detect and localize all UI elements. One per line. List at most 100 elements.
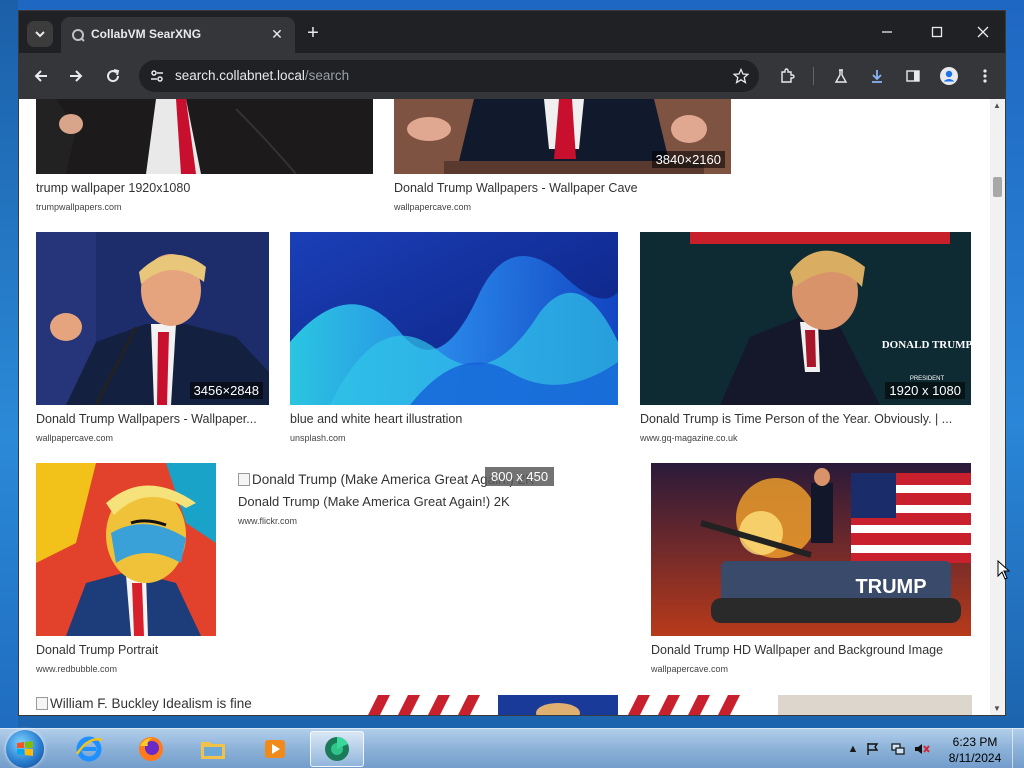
result-image[interactable] [36,463,216,636]
time-cover-name: DONALD TRUMP [882,339,971,351]
toolbar-separator [813,67,814,85]
image-resolution-label: 3456×2848 [189,382,263,399]
profile-avatar-icon[interactable] [937,64,961,88]
result-image[interactable]: 3456×2848 [36,232,269,405]
result-title[interactable]: trump wallpaper 1920x1080 [36,181,373,195]
arrow-left-icon [34,70,47,82]
taskbar-firefox[interactable] [124,731,178,767]
labs-flask-icon[interactable] [829,64,853,88]
windows-logo-icon [17,741,33,756]
taskbar-internet-explorer[interactable] [62,731,116,767]
result-card[interactable]: DONALD TRUMP PRESIDENT 1920 x 1080 Donal… [640,232,971,447]
title-bar: CollabVM SearXNG ✕ + [19,11,1005,53]
network-icon[interactable] [890,741,906,757]
broken-image-alt-text: William F. Buckley Idealism is fine [50,696,252,711]
result-image[interactable]: DONALD TRUMP PRESIDENT 1920 x 1080 [640,232,971,405]
result-card[interactable]: 3456×2848 Donald Trump Wallpapers - Wall… [36,232,269,447]
result-title[interactable]: Donald Trump Portrait [36,643,216,657]
result-image[interactable] [290,232,618,405]
mouse-cursor-icon [997,560,1011,580]
close-icon [977,26,989,38]
result-card[interactable]: 3840×2160 Donald Trump Wallpapers - Wall… [394,99,731,219]
tab-close-icon[interactable]: ✕ [267,24,287,44]
result-card[interactable]: William F. Buckley Idealism is fine [36,695,336,715]
menu-kebab-icon[interactable] [973,64,997,88]
extensions-icon[interactable] [775,64,799,88]
scroll-up-icon[interactable]: ▲ [993,101,1002,110]
result-card[interactable]: trump wallpaper 1920x1080 trumpwallpaper… [36,99,373,219]
broken-image-icon [238,473,250,486]
image-resolution-label: 3840×2160 [651,151,725,168]
minimize-icon [882,31,892,33]
result-card[interactable]: Donald Trump Portrait www.redbubble.com [36,463,216,678]
download-icon[interactable] [865,64,889,88]
result-image[interactable]: 3840×2160 [394,99,731,174]
forward-button[interactable] [64,64,88,88]
result-image[interactable] [36,99,373,174]
media-player-icon [265,740,285,758]
new-tab-button[interactable]: + [301,21,325,45]
site-info-icon[interactable] [147,66,167,86]
side-panel-icon[interactable] [901,64,925,88]
scrollbar-thumb[interactable] [993,177,1002,197]
tab-collabvm-searxng[interactable]: CollabVM SearXNG ✕ [61,17,295,53]
result-title[interactable]: Donald Trump (Make America Great Again!)… [238,494,628,509]
broken-image-alt[interactable]: William F. Buckley Idealism is fine [36,696,252,711]
volume-muted-icon[interactable] [914,741,930,757]
browser-window: CollabVM SearXNG ✕ + search.collabnet.lo… [18,10,1006,716]
result-source: unsplash.com [290,433,346,443]
scroll-down-icon[interactable]: ▼ [993,704,1002,713]
result-image[interactable] [368,695,754,715]
browser-toolbar: search.collabnet.local/search [19,53,1005,99]
tank-text: TRUMP [855,576,926,598]
system-clock[interactable]: 6:23 PM 8/11/2024 [944,734,1006,766]
reload-button[interactable] [101,64,125,88]
result-title[interactable]: Donald Trump Wallpapers - Wallpaper Cave [394,181,731,195]
reload-icon [107,69,120,83]
result-source: wallpapercave.com [36,433,114,443]
taskbar-file-explorer[interactable] [186,731,240,767]
result-image[interactable] [778,695,972,715]
result-source: www.flickr.com [238,516,298,526]
address-bar[interactable]: search.collabnet.local/search [139,60,759,92]
bookmark-star-icon[interactable] [731,66,751,86]
result-image[interactable]: TRUMP [651,463,971,636]
result-card[interactable]: blue and white heart illustration unspla… [290,232,618,447]
vertical-scrollbar[interactable]: ▲ ▼ [990,99,1005,715]
result-source: trumpwallpapers.com [36,202,122,212]
result-source: wallpapercave.com [651,664,729,674]
show-desktop-button[interactable] [1012,729,1024,768]
maximize-icon [931,26,943,38]
chevron-down-icon [35,31,45,38]
searxng-favicon-icon [71,28,85,42]
action-center-flag-icon[interactable] [865,741,881,757]
tray-expand-icon[interactable]: ▲ [845,741,861,757]
result-title[interactable]: Donald Trump HD Wallpaper and Background… [651,643,971,657]
result-source: www.gq-magazine.co.uk [640,433,738,443]
broken-image-icon [36,697,48,710]
result-title[interactable]: blue and white heart illustration [290,412,618,426]
close-window-button[interactable] [963,19,1003,45]
result-title[interactable]: Donald Trump is Time Person of the Year.… [640,412,971,426]
result-card[interactable]: TRUMP Donald Trump HD Wallpaper and Back… [651,463,971,678]
taskbar: ▲ 6:23 PM 8/11/2024 [0,728,1024,768]
back-button[interactable] [29,64,53,88]
maximize-button[interactable] [917,19,957,45]
browser-app-icon [325,736,349,761]
result-title[interactable]: Donald Trump Wallpapers - Wallpaper... [36,412,269,426]
taskbar-media-player[interactable] [248,731,302,767]
start-button[interactable] [6,730,44,768]
result-source: wallpapercave.com [394,202,472,212]
desktop-background [0,0,18,728]
tab-title: CollabVM SearXNG [91,27,202,41]
url-host: search.collabnet.local [175,68,305,83]
url-path: /search [304,68,350,83]
image-size-tooltip: 800 x 450 [485,467,555,486]
result-source: www.redbubble.com [36,664,118,674]
url-text: search.collabnet.local/search [175,68,349,83]
minimize-button[interactable] [867,19,907,45]
tab-search-button[interactable] [27,21,53,47]
internet-explorer-icon [75,736,103,762]
result-card[interactable]: Donald Trump (Make America Great Again!)… [238,463,628,526]
taskbar-chrome-active[interactable] [310,731,364,767]
